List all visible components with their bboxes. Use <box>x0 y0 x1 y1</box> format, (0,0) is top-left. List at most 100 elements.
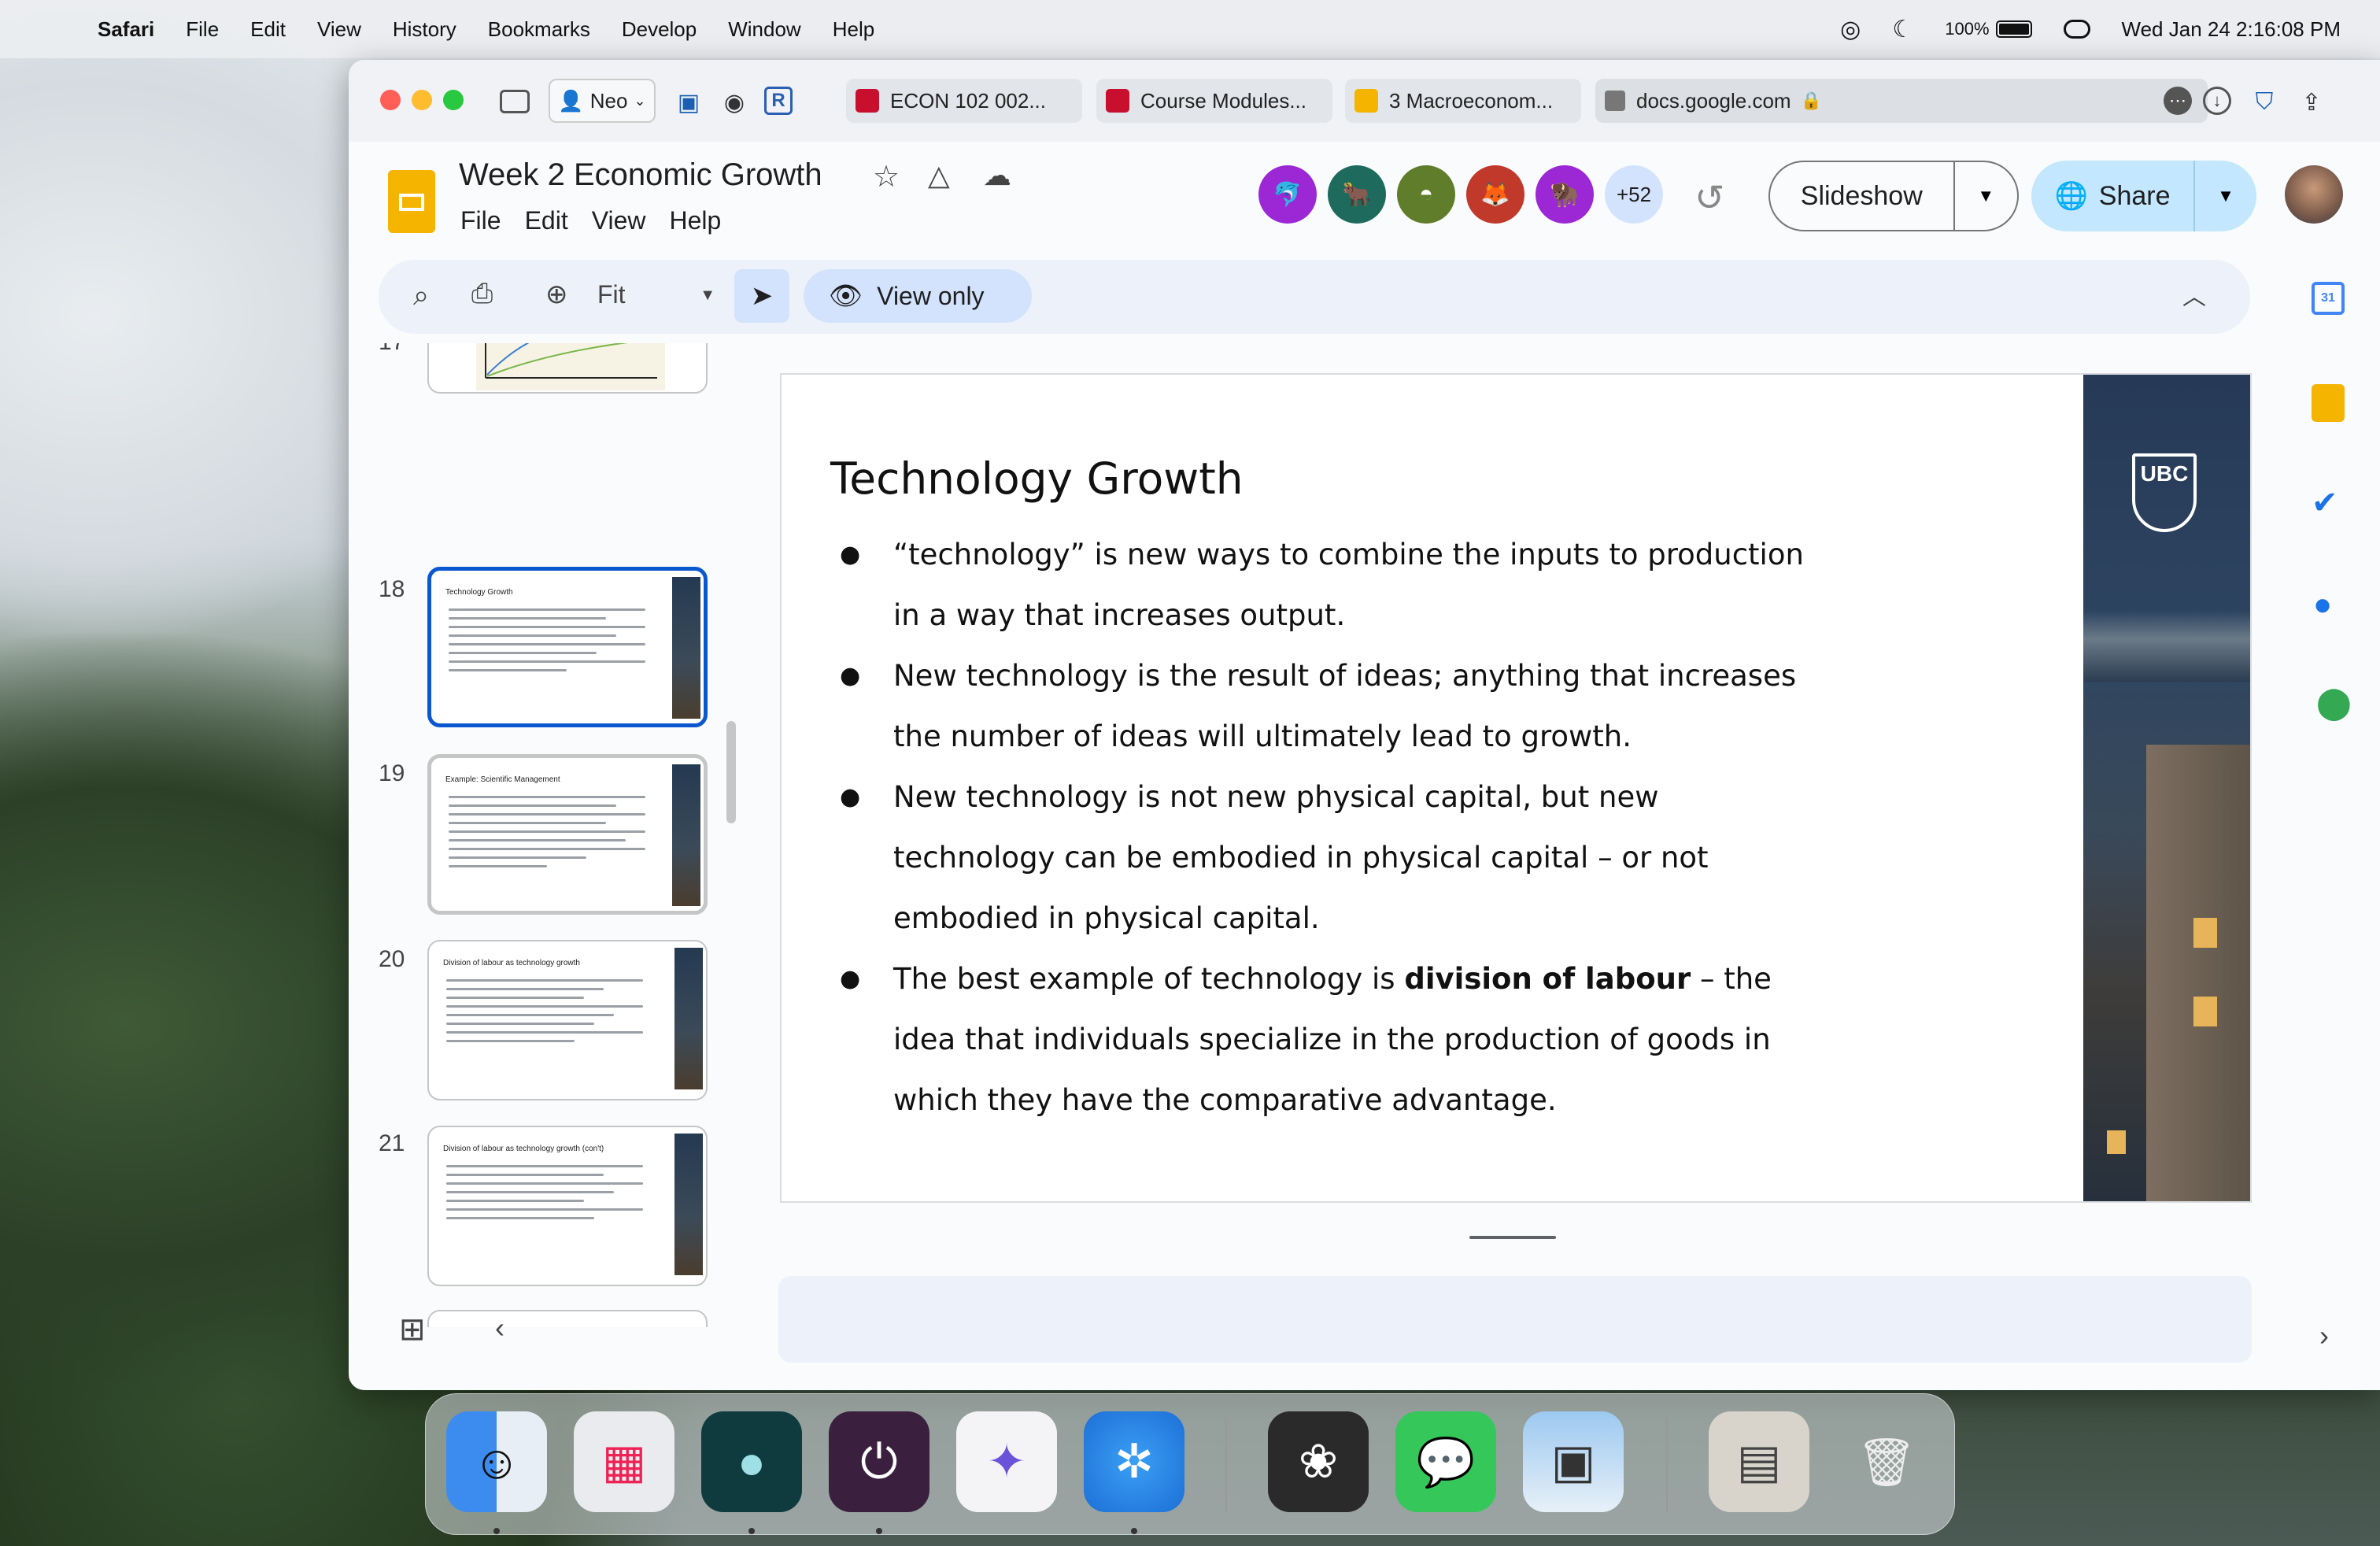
filmstrip-scrollbar[interactable] <box>726 721 736 823</box>
version-history-icon[interactable]: ↺ <box>1694 176 1725 219</box>
slide-thumbnail[interactable]: Division of labour as technology growth … <box>427 1126 708 1286</box>
zoom-select[interactable]: Fit ▼ <box>597 280 715 309</box>
share-options-chevron-icon[interactable]: ▼ <box>2193 161 2256 231</box>
tab-label: ECON 102 002... <box>890 88 1046 113</box>
slide-thumbnail[interactable] <box>427 343 708 394</box>
tab-bar: 👤 Neo ⌄ ▣ ◉ R ECON 102 002... Course Mod… <box>349 60 2380 142</box>
battery-icon <box>1995 20 2032 38</box>
thumbnail-number: 17 <box>379 343 405 356</box>
speaker-notes-panel[interactable] <box>778 1276 2252 1363</box>
menu-edit[interactable]: Edit <box>250 17 286 42</box>
more-collaborators-badge[interactable]: +52 <box>1605 165 1663 224</box>
clock[interactable]: Wed Jan 24 2:16:08 PM <box>2122 17 2341 42</box>
expand-side-panel-chevron-icon[interactable]: › <box>2319 1319 2329 1352</box>
design-app-icon[interactable]: ✦ <box>956 1411 1057 1512</box>
tasks-icon[interactable]: ✔ <box>2312 485 2338 521</box>
slide-thumbnail-selected[interactable]: Technology Growth <box>427 567 708 727</box>
share-page-icon[interactable]: ⇪ <box>2296 87 2327 118</box>
more-icon[interactable]: ⋯ <box>2164 87 2192 115</box>
notes-resize-handle[interactable] <box>1469 1236 1556 1239</box>
move-to-drive-icon[interactable]: △ <box>928 159 950 192</box>
zoom-window-button[interactable] <box>443 90 464 110</box>
share-button[interactable]: 🌐 Share <box>2031 180 2193 212</box>
bullet-item: New technology is the result of ideas; a… <box>837 645 1813 767</box>
slide-thumbnail[interactable]: Example: Scientific Management <box>427 754 708 915</box>
presentation-extension-icon[interactable]: ▣ <box>673 87 704 118</box>
minimize-window-button[interactable] <box>412 90 432 110</box>
finder-icon[interactable]: ☺ <box>446 1411 547 1512</box>
anonymous-bull-avatar[interactable]: 🐂 <box>1328 165 1386 224</box>
downloads-icon[interactable]: ↓ <box>2203 87 2231 115</box>
collapse-filmstrip-chevron-icon[interactable]: ‹ <box>495 1311 504 1344</box>
slide-thumbnail[interactable]: Division of labour as technology growth <box>427 940 708 1100</box>
view-only-mode-button[interactable]: 👁 View only <box>804 269 1032 323</box>
r-extension-icon[interactable]: R <box>764 87 793 115</box>
maps-icon[interactable]: ⬤ <box>2316 685 2352 721</box>
messages-icon[interactable]: 💬 <box>1395 1411 1496 1512</box>
docs-menu-view[interactable]: View <box>592 206 646 235</box>
focus-status-icon[interactable]: ◎ <box>1840 16 1861 43</box>
browser-tab[interactable]: ECON 102 002... <box>846 79 1082 123</box>
anonymous-fox-avatar[interactable]: 🦊 <box>1466 165 1524 224</box>
anonymous-dolphin-avatar[interactable]: 🐬 <box>1258 165 1317 224</box>
running-indicator <box>1131 1528 1137 1534</box>
slideshow-options-chevron-icon[interactable]: ▼ <box>1953 161 2017 231</box>
building-tower <box>2146 745 2250 1201</box>
print-icon[interactable]: ⎙ <box>471 279 493 309</box>
menu-history[interactable]: History <box>393 17 456 42</box>
collapse-toolbar-chevron-icon[interactable]: ︿ <box>2182 277 2206 312</box>
power-app-icon[interactable]: ⏻ <box>829 1411 929 1512</box>
lotus-app-icon[interactable]: ❀ <box>1268 1411 1369 1512</box>
contacts-icon[interactable]: ● <box>2313 587 2332 623</box>
docs-menu-file[interactable]: File <box>460 206 501 235</box>
moon-icon[interactable]: ☾ <box>1892 16 1913 43</box>
menu-app-name[interactable]: Safari <box>98 17 154 42</box>
running-indicator <box>493 1528 500 1534</box>
preview-icon[interactable]: ▣ <box>1523 1411 1624 1512</box>
zoom-icon[interactable]: ⊕ <box>545 279 568 310</box>
slideshow-button[interactable]: Slideshow <box>1770 181 1953 212</box>
search-menus-icon[interactable]: ⌕ <box>413 279 429 313</box>
person-icon: 👤 <box>558 88 584 113</box>
menu-help[interactable]: Help <box>833 17 874 42</box>
menu-view[interactable]: View <box>317 17 361 42</box>
docs-menu-edit[interactable]: Edit <box>525 206 568 235</box>
browser-tab[interactable]: Course Modules... <box>1096 79 1332 123</box>
star-icon[interactable]: ☆ <box>873 159 900 194</box>
cloud-status-icon[interactable]: ☁ <box>983 159 1011 192</box>
slide-bullet-list: “technology” is new ways to combine the … <box>837 524 1813 1130</box>
downloads-stack-icon[interactable]: ▤ <box>1709 1411 1809 1512</box>
presentation-title[interactable]: Week 2 Economic Growth <box>459 157 822 193</box>
glasses-extension-icon[interactable]: ◉ <box>719 87 750 118</box>
calendar-icon[interactable]: 31 <box>2312 282 2345 315</box>
thumbnail-photo <box>672 577 700 719</box>
profile-switcher[interactable]: 👤 Neo ⌄ <box>549 79 656 123</box>
menu-window[interactable]: Window <box>728 17 800 42</box>
docs-menu-help[interactable]: Help <box>669 206 721 235</box>
app-icon[interactable]: ● <box>701 1411 802 1512</box>
slide-thumbnail[interactable] <box>427 1310 708 1327</box>
slides-logo-icon[interactable] <box>388 170 435 233</box>
browser-tab[interactable]: 3 Macroeconom... <box>1345 79 1581 123</box>
active-tab-address[interactable]: docs.google.com 🔒 ⋯ <box>1595 79 2208 123</box>
battery-status[interactable]: 100% <box>1945 19 2032 39</box>
password-extension-icon[interactable]: ⛉ <box>2249 87 2280 118</box>
account-avatar[interactable] <box>2285 165 2343 224</box>
anonymous-buffalo-avatar[interactable]: 🦬 <box>1536 165 1594 224</box>
menu-develop[interactable]: Develop <box>622 17 697 42</box>
trash-icon[interactable]: 🗑 <box>1836 1411 1937 1512</box>
keep-icon[interactable] <box>2312 384 2345 422</box>
close-tab-icon[interactable] <box>1605 91 1625 111</box>
close-window-button[interactable] <box>380 90 401 110</box>
anonymous-android-avatar[interactable]: ◓ <box>1397 165 1455 224</box>
safari-icon[interactable]: ✲ <box>1084 1411 1184 1512</box>
launchpad-icon[interactable]: ▦ <box>574 1411 674 1512</box>
menu-bookmarks[interactable]: Bookmarks <box>488 17 590 42</box>
sidebar-toggle-icon[interactable] <box>500 90 530 113</box>
control-center-icon[interactable] <box>2063 20 2090 39</box>
grid-view-icon[interactable]: ⊞ <box>399 1311 426 1348</box>
macos-dock: ☺ ▦ ● ⏻ ✦ ✲ ❀ 💬 ▣ ▤ 🗑 <box>425 1393 1955 1535</box>
select-cursor-button[interactable]: ➤ <box>734 269 789 323</box>
menu-file[interactable]: File <box>186 17 219 42</box>
bullet-text: New technology is the result of ideas; a… <box>893 659 1797 753</box>
